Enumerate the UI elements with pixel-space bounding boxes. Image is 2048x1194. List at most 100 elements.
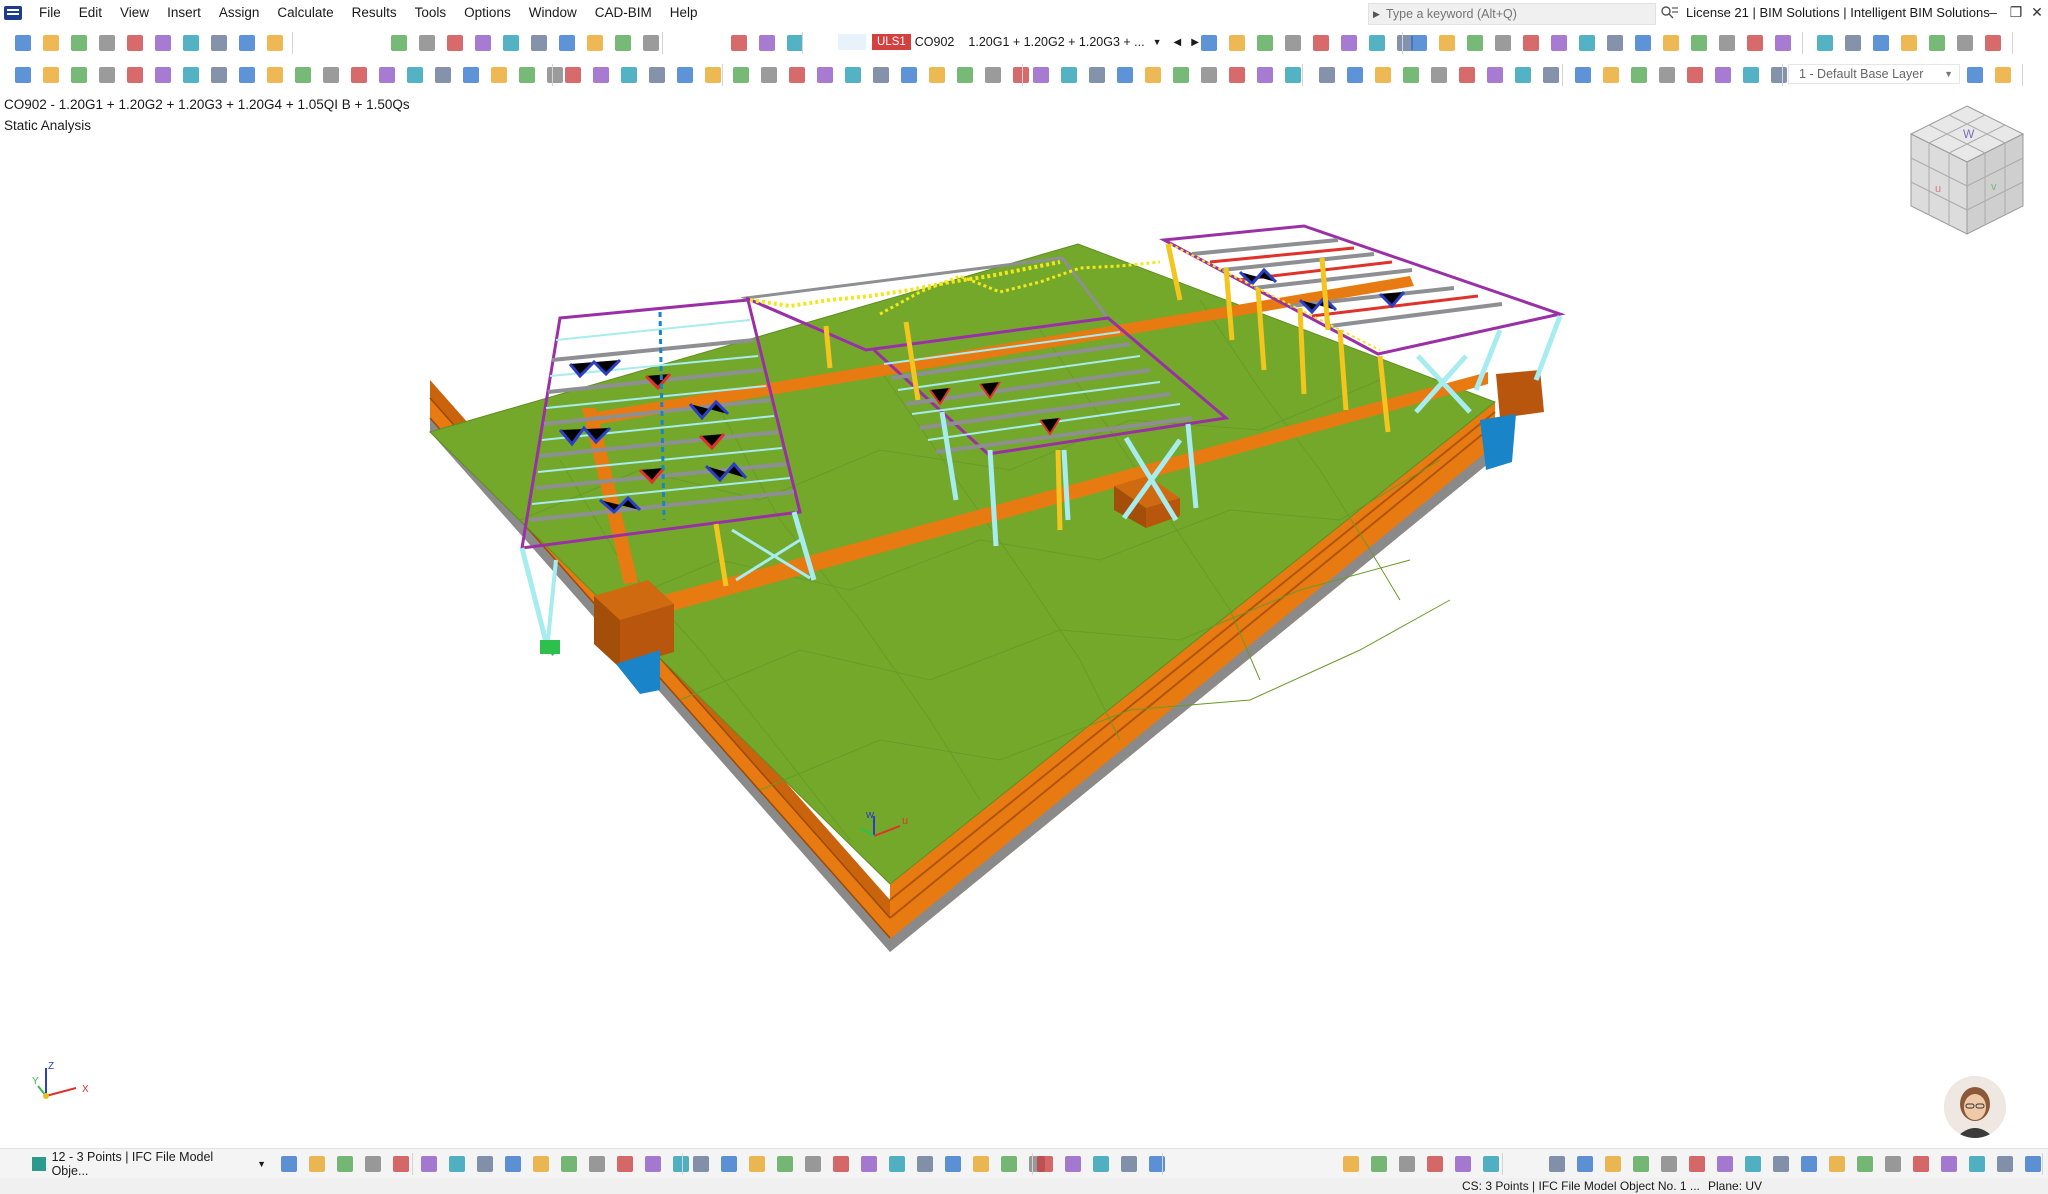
toolbar-tool-icon[interactable]: [96, 32, 118, 54]
toolbar-tool-icon[interactable]: [1628, 64, 1650, 86]
toolbar-tool-icon[interactable]: [264, 64, 286, 86]
toolbar-tool-icon[interactable]: [1826, 1153, 1848, 1175]
toolbar-tool-icon[interactable]: [1658, 1153, 1680, 1175]
menu-edit[interactable]: Edit: [70, 0, 111, 26]
toolbar-tool-icon[interactable]: [982, 64, 1004, 86]
toolbar-tool-icon[interactable]: [432, 64, 454, 86]
toolbar-tool-icon[interactable]: [264, 32, 286, 54]
menu-assign[interactable]: Assign: [210, 0, 269, 26]
toolbar-tool-icon[interactable]: [586, 1153, 608, 1175]
toolbar-tool-icon[interactable]: [180, 32, 202, 54]
toolbar-tool-icon[interactable]: [830, 1153, 852, 1175]
toolbar-tool-icon[interactable]: [1170, 64, 1192, 86]
toolbar-tool-icon[interactable]: [774, 1153, 796, 1175]
toolbar-tool-icon[interactable]: [1964, 64, 1986, 86]
toolbar-tool-icon[interactable]: [1198, 64, 1220, 86]
toolbar-tool-icon[interactable]: [758, 64, 780, 86]
toolbar-tool-icon[interactable]: [1656, 64, 1678, 86]
toolbar-tool-icon[interactable]: [614, 1153, 636, 1175]
toolbar-tool-icon[interactable]: [1030, 64, 1052, 86]
toolbar-tool-icon[interactable]: [1572, 64, 1594, 86]
toolbar-tool-icon[interactable]: [674, 64, 696, 86]
load-combination-selector[interactable]: ULS1 CO902 1.20G1 + 1.20G2 + 1.20G3 + ..…: [838, 31, 1199, 53]
toolbar-tool-icon[interactable]: [68, 64, 90, 86]
toolbar-tool-icon[interactable]: [1954, 32, 1976, 54]
toolbar-tool-icon[interactable]: [1492, 32, 1514, 54]
toolbar-tool-icon[interactable]: [460, 64, 482, 86]
toolbar-tool-icon[interactable]: [1512, 64, 1534, 86]
toolbar-tool-icon[interactable]: [236, 64, 258, 86]
toolbar-tool-icon[interactable]: [558, 1153, 580, 1175]
model-viewport[interactable]: w u: [0, 90, 2048, 1148]
toolbar-tool-icon[interactable]: [1630, 1153, 1652, 1175]
toolbar-tool-icon[interactable]: [1424, 1153, 1446, 1175]
toolbar-tool-icon[interactable]: [1142, 64, 1164, 86]
toolbar-tool-icon[interactable]: [376, 64, 398, 86]
toolbar-tool-icon[interactable]: [1540, 64, 1562, 86]
toolbar-tool-icon[interactable]: [1058, 64, 1080, 86]
toolbar-tool-icon[interactable]: [444, 32, 466, 54]
toolbar-tool-icon[interactable]: [1768, 64, 1790, 86]
toolbar-tool-icon[interactable]: [1436, 32, 1458, 54]
menu-insert[interactable]: Insert: [158, 0, 210, 26]
toolbar-tool-icon[interactable]: [1882, 1153, 1904, 1175]
menu-options[interactable]: Options: [455, 0, 520, 26]
toolbar-tool-icon[interactable]: [690, 1153, 712, 1175]
toolbar-tool-icon[interactable]: [348, 64, 370, 86]
toolbar-tool-icon[interactable]: [898, 64, 920, 86]
chevron-down-icon[interactable]: ▼: [257, 1159, 266, 1169]
assistant-avatar[interactable]: [1944, 1076, 2006, 1138]
toolbar-tool-icon[interactable]: [1714, 1153, 1736, 1175]
layer-selector[interactable]: 1 - Default Base Layer ▼: [1788, 64, 1960, 84]
toolbar-tool-icon[interactable]: [746, 1153, 768, 1175]
toolbar-tool-icon[interactable]: [1310, 32, 1332, 54]
toolbar-tool-icon[interactable]: [40, 64, 62, 86]
toolbar-tool-icon[interactable]: [1770, 1153, 1792, 1175]
toolbar-tool-icon[interactable]: [870, 64, 892, 86]
toolbar-tool-icon[interactable]: [756, 32, 778, 54]
toolbar-tool-icon[interactable]: [124, 32, 146, 54]
toolbar-tool-icon[interactable]: [416, 32, 438, 54]
toolbar-tool-icon[interactable]: [1814, 32, 1836, 54]
chevron-down-icon[interactable]: ▼: [1944, 69, 1953, 79]
toolbar-tool-icon[interactable]: [970, 1153, 992, 1175]
toolbar-tool-icon[interactable]: [208, 32, 230, 54]
toolbar-tool-icon[interactable]: [646, 64, 668, 86]
toolbar-tool-icon[interactable]: [474, 1153, 496, 1175]
toolbar-tool-icon[interactable]: [1344, 64, 1366, 86]
toolbar-tool-icon[interactable]: [278, 1153, 300, 1175]
toolbar-tool-icon[interactable]: [1574, 1153, 1596, 1175]
toolbar-tool-icon[interactable]: [1600, 64, 1622, 86]
toolbar-tool-icon[interactable]: [1684, 64, 1706, 86]
toolbar-tool-icon[interactable]: [954, 64, 976, 86]
toolbar-tool-icon[interactable]: [1910, 1153, 1932, 1175]
toolbar-tool-icon[interactable]: [1118, 1153, 1140, 1175]
toolbar-tool-icon[interactable]: [1740, 64, 1762, 86]
toolbar-tool-icon[interactable]: [152, 32, 174, 54]
toolbar-tool-icon[interactable]: [1282, 32, 1304, 54]
toolbar-tool-icon[interactable]: [236, 32, 258, 54]
toolbar-tool-icon[interactable]: [612, 32, 634, 54]
toolbar-tool-icon[interactable]: [842, 64, 864, 86]
toolbar-tool-icon[interactable]: [1484, 64, 1506, 86]
toolbar-tool-icon[interactable]: [702, 64, 724, 86]
menu-results[interactable]: Results: [343, 0, 406, 26]
toolbar-tool-icon[interactable]: [1994, 1153, 2016, 1175]
toolbar-tool-icon[interactable]: [306, 1153, 328, 1175]
keyword-search[interactable]: ▶: [1368, 3, 1656, 25]
search-expand-icon[interactable]: ▶: [1373, 9, 1380, 20]
toolbar-tool-icon[interactable]: [942, 1153, 964, 1175]
toolbar-tool-icon[interactable]: [998, 1153, 1020, 1175]
toolbar-tool-icon[interactable]: [1688, 32, 1710, 54]
toolbar-tool-icon[interactable]: [1546, 1153, 1568, 1175]
toolbar-tool-icon[interactable]: [418, 1153, 440, 1175]
toolbar-tool-icon[interactable]: [1396, 1153, 1418, 1175]
toolbar-tool-icon[interactable]: [718, 1153, 740, 1175]
toolbar-tool-icon[interactable]: [390, 1153, 412, 1175]
toolbar-tool-icon[interactable]: [1338, 32, 1360, 54]
toolbar-tool-icon[interactable]: [1316, 64, 1338, 86]
toolbar-tool-icon[interactable]: [40, 32, 62, 54]
toolbar-tool-icon[interactable]: [362, 1153, 384, 1175]
toolbar-tool-icon[interactable]: [502, 1153, 524, 1175]
toolbar-tool-icon[interactable]: [1452, 1153, 1474, 1175]
